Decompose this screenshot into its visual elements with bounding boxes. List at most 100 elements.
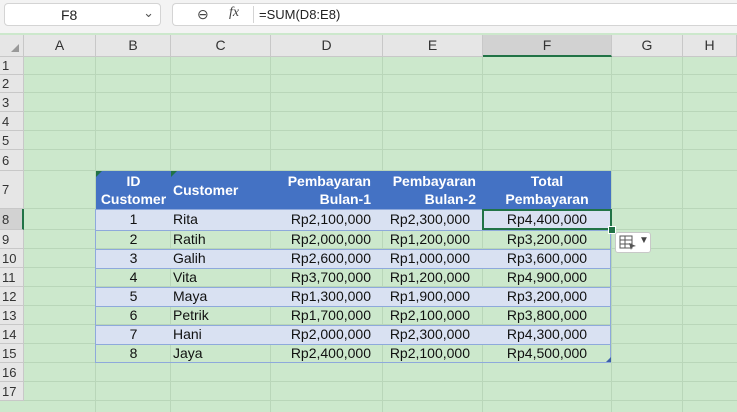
select-all-button[interactable] — [0, 35, 24, 57]
table-cell-id[interactable]: 3 — [96, 249, 171, 268]
table-cell-id[interactable]: 4 — [96, 268, 171, 287]
table-cell-total[interactable]: Rp3,600,000 — [483, 249, 611, 268]
table-cell-b1[interactable]: Rp2,000,000 — [271, 230, 383, 249]
header-bulan1[interactable]: Pembayaran Bulan-1 — [271, 171, 383, 209]
table-cell-b2[interactable]: Rp1,000,000 — [383, 249, 483, 268]
header-id-line2: Customer — [100, 191, 167, 207]
table-cell-customer[interactable]: Ratih — [171, 230, 271, 249]
table-cell-id[interactable]: 2 — [96, 230, 171, 249]
table-cell-customer[interactable]: Petrik — [171, 306, 271, 325]
name-box[interactable]: F8 ⌄ — [4, 3, 161, 26]
column-header-f[interactable]: F — [483, 35, 612, 57]
table-cell-b1[interactable]: Rp1,300,000 — [271, 287, 383, 306]
table-cell-total[interactable]: Rp3,800,000 — [483, 306, 611, 325]
table-cell-id[interactable]: 8 — [96, 344, 171, 363]
table-cell-b2[interactable]: Rp2,100,000 — [383, 344, 483, 363]
column-header-a[interactable]: A — [24, 35, 96, 57]
header-id-line1: ID — [126, 173, 141, 189]
table-cell-id[interactable]: 5 — [96, 287, 171, 306]
table-cell-b2[interactable]: Rp1,200,000 — [383, 230, 483, 249]
table-cell-customer[interactable]: Galih — [171, 249, 271, 268]
active-cell-selection[interactable] — [482, 209, 612, 230]
row-header-8[interactable]: 8 — [0, 209, 24, 230]
table-cell-total[interactable]: Rp3,200,000 — [483, 287, 611, 306]
table-cell-b1[interactable]: Rp2,600,000 — [271, 249, 383, 268]
gridline — [24, 111, 737, 112]
header-bulan2-line1: Pembayaran — [392, 173, 476, 189]
chevron-down-icon: ▼ — [639, 235, 649, 246]
row-header-11[interactable]: 11 — [0, 268, 24, 287]
header-bulan1-line1: Pembayaran — [287, 173, 371, 189]
gridline — [24, 92, 737, 93]
row-header-3[interactable]: 3 — [0, 93, 24, 112]
quick-analysis-icon — [619, 235, 636, 250]
header-bulan2[interactable]: Pembayaran Bulan-2 — [383, 171, 483, 209]
gridline — [24, 381, 737, 382]
row-header-15[interactable]: 15 — [0, 344, 24, 363]
row-header-6[interactable]: 6 — [0, 150, 24, 171]
row-header-4[interactable]: 4 — [0, 112, 24, 131]
chevron-down-icon[interactable]: ⌄ — [143, 5, 154, 21]
row-header-16[interactable]: 16 — [0, 363, 24, 382]
table-cell-b2[interactable]: Rp2,300,000 — [383, 209, 483, 230]
table-cell-b2[interactable]: Rp1,200,000 — [383, 268, 483, 287]
column-header-d[interactable]: D — [271, 35, 383, 57]
column-header-e[interactable]: E — [383, 35, 483, 57]
error-indicator[interactable] — [96, 171, 102, 177]
table-cell-customer[interactable]: Maya — [171, 287, 271, 306]
table-cell-b2[interactable]: Rp2,100,000 — [383, 306, 483, 325]
quick-analysis-button[interactable]: ▼ — [615, 232, 651, 253]
table-cell-b1[interactable]: Rp2,400,000 — [271, 344, 383, 363]
function-icon[interactable]: fx — [229, 5, 239, 21]
table-cell-b1[interactable]: Rp2,100,000 — [271, 209, 383, 230]
error-indicator[interactable] — [171, 171, 177, 177]
table-cell-customer[interactable]: Rita — [171, 209, 271, 230]
header-customer[interactable]: Customer — [171, 171, 271, 209]
row-header-14[interactable]: 14 — [0, 325, 24, 344]
table-cell-customer[interactable]: Vita — [171, 268, 271, 287]
table-cell-b1[interactable]: Rp3,700,000 — [271, 268, 383, 287]
gridline — [24, 149, 737, 150]
row-header-12[interactable]: 12 — [0, 287, 24, 306]
table-cell-b2[interactable]: Rp1,900,000 — [383, 287, 483, 306]
gridline — [24, 74, 737, 75]
row-header-9[interactable]: 9 — [0, 230, 24, 249]
column-header-g[interactable]: G — [612, 35, 683, 57]
table-cell-total[interactable]: Rp3,200,000 — [483, 230, 611, 249]
header-customer-label: Customer — [173, 182, 239, 198]
row-header-17[interactable]: 17 — [0, 382, 24, 401]
row-header-1[interactable]: 1 — [0, 57, 24, 75]
table-cell-id[interactable]: 6 — [96, 306, 171, 325]
column-header-h[interactable]: H — [683, 35, 737, 57]
row-header-13[interactable]: 13 — [0, 306, 24, 325]
header-total[interactable]: Total Pembayaran — [483, 171, 611, 209]
row-header-5[interactable]: 5 — [0, 131, 24, 150]
column-header-b[interactable]: B — [96, 35, 171, 57]
header-id[interactable]: ID Customer — [96, 171, 171, 209]
header-total-line1: Total — [530, 173, 564, 189]
formula-input[interactable]: =SUM(D8:E8) — [259, 7, 340, 22]
table-resize-handle[interactable] — [606, 357, 611, 362]
gridline — [24, 400, 737, 401]
header-bulan2-line2: Bulan-2 — [424, 191, 476, 207]
table-cell-customer[interactable]: Jaya — [171, 344, 271, 363]
gridline — [24, 130, 737, 131]
table-cell-b2[interactable]: Rp2,300,000 — [383, 325, 483, 344]
name-box-value: F8 — [61, 7, 78, 23]
formula-input-group: ⊖ fx =SUM(D8:E8) — [172, 3, 737, 26]
column-header-c[interactable]: C — [171, 35, 271, 57]
table-cell-id[interactable]: 7 — [96, 325, 171, 344]
header-total-line2: Pembayaran — [505, 191, 589, 207]
table-cell-customer[interactable]: Hani — [171, 325, 271, 344]
table-cell-b1[interactable]: Rp2,000,000 — [271, 325, 383, 344]
table-cell-total[interactable]: Rp4,500,000 — [483, 344, 611, 363]
formula-bar: F8 ⌄ ⊖ fx =SUM(D8:E8) — [0, 0, 737, 33]
row-header-7[interactable]: 7 — [0, 171, 24, 209]
row-header-10[interactable]: 10 — [0, 249, 24, 268]
zoom-out-icon[interactable]: ⊖ — [197, 6, 209, 23]
table-cell-total[interactable]: Rp4,300,000 — [483, 325, 611, 344]
row-header-2[interactable]: 2 — [0, 75, 24, 93]
table-cell-id[interactable]: 1 — [96, 209, 171, 230]
table-cell-b1[interactable]: Rp1,700,000 — [271, 306, 383, 325]
table-cell-total[interactable]: Rp4,900,000 — [483, 268, 611, 287]
